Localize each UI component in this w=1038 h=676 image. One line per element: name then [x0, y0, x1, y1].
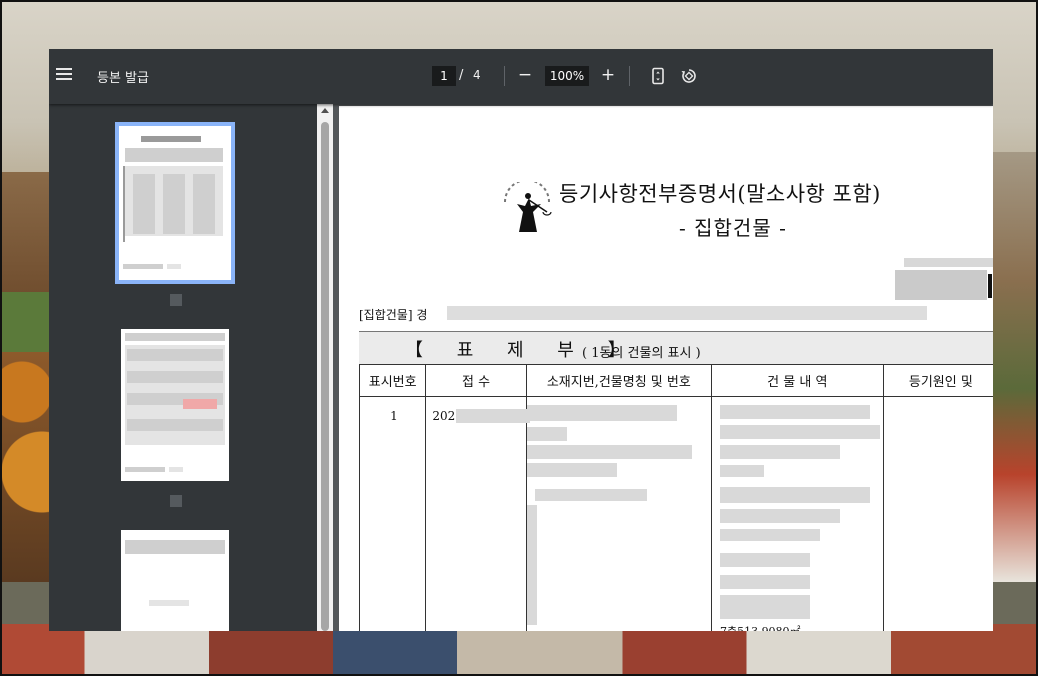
page-thumbnail-label — [170, 495, 182, 507]
redacted-text — [719, 487, 870, 503]
page-thumbnail-2[interactable] — [121, 329, 229, 481]
redacted-text — [719, 509, 840, 523]
redacted-text — [526, 427, 567, 441]
document-page: 등기사항전부증명서(말소사항 포함) - 집합건물 - [집합건물] 경 【 표… — [339, 106, 993, 631]
pdf-viewer-window: 등본 발급 1 / 4 − 100% + 등기사항전부증명서(말소사항 포함) … — [49, 49, 993, 631]
document-heading: 등기사항전부증명서(말소사항 포함) — [559, 182, 881, 206]
scrollbar-thumb[interactable] — [321, 122, 329, 631]
page-thumbnail-1[interactable] — [115, 122, 235, 284]
redacted-text — [719, 445, 840, 459]
toolbar-divider — [629, 66, 630, 86]
current-page-input[interactable]: 1 — [432, 66, 456, 86]
text-cursor-mark — [988, 274, 992, 298]
redacted-date — [904, 258, 993, 267]
redacted-text — [719, 529, 820, 541]
redacted-text — [526, 445, 692, 459]
redacted-text — [456, 409, 531, 423]
table-header-row: 표시번호 접 수 소재지번,건물명칭 및 번호 건 물 내 역 등기원인 및 — [358, 364, 993, 397]
document-subheading: - 집합건물 - — [679, 216, 787, 240]
zoom-level-input[interactable]: 100% — [545, 66, 589, 86]
redacted-text — [534, 489, 647, 501]
receipt-date: 202 — [432, 409, 456, 423]
zoom-out-button[interactable]: − — [514, 64, 536, 86]
registry-table: 표시번호 접 수 소재지번,건물명칭 및 번호 건 물 내 역 등기원인 및 1… — [358, 364, 993, 631]
fit-page-icon[interactable] — [649, 67, 667, 85]
redacted-text — [719, 575, 810, 589]
table-cell: 7층513.9080㎡ — [710, 396, 884, 631]
column-header: 소재지번,건물명칭 및 번호 — [525, 364, 712, 397]
column-header: 등기원인 및 — [882, 364, 993, 397]
zoom-in-button[interactable]: + — [597, 64, 619, 86]
thumbnail-sidebar — [49, 104, 317, 631]
redacted-address — [447, 306, 927, 320]
redacted-text — [719, 425, 880, 439]
building-label: [집합건물] 경 — [359, 308, 428, 322]
floor-area-text: 7층513.9080㎡ — [720, 623, 801, 631]
toolbar-divider — [504, 66, 505, 86]
table-cell: 1 — [358, 396, 427, 631]
column-header: 건 물 내 역 — [710, 364, 884, 397]
table-row: 1 202 — [358, 396, 993, 631]
section-subtitle: ( 1동의 건물의 표시 ) — [582, 346, 701, 361]
wallpaper-roofs — [2, 624, 1036, 674]
redacted-text — [526, 463, 617, 477]
total-pages: 4 — [473, 68, 481, 82]
column-header: 표시번호 — [358, 364, 427, 397]
redacted-text — [526, 405, 677, 421]
wallpaper-right-scene — [986, 152, 1036, 582]
column-header: 접 수 — [425, 364, 527, 397]
redacted-document-number — [895, 270, 987, 300]
scroll-up-arrow-icon[interactable] — [321, 108, 329, 113]
table-cell: 202 — [425, 396, 531, 631]
rotate-icon[interactable] — [680, 67, 698, 85]
redacted-text — [719, 553, 810, 567]
redacted-text — [719, 465, 764, 477]
court-emblem-icon — [504, 182, 552, 232]
table-cell — [525, 396, 712, 631]
viewer-toolbar: 등본 발급 1 / 4 − 100% + — [49, 49, 993, 104]
redacted-text — [719, 405, 870, 419]
sidebar-scrollbar[interactable] — [317, 104, 333, 631]
page-separator: / — [459, 68, 464, 83]
table-cell — [882, 396, 993, 631]
hamburger-menu-icon[interactable] — [56, 68, 72, 82]
redacted-text — [719, 595, 810, 619]
page-thumbnail-label — [170, 294, 182, 306]
page-thumbnail-3[interactable] — [121, 530, 229, 631]
row-number: 1 — [390, 409, 398, 423]
redacted-text — [526, 505, 537, 625]
document-title: 등본 발급 — [97, 71, 149, 86]
